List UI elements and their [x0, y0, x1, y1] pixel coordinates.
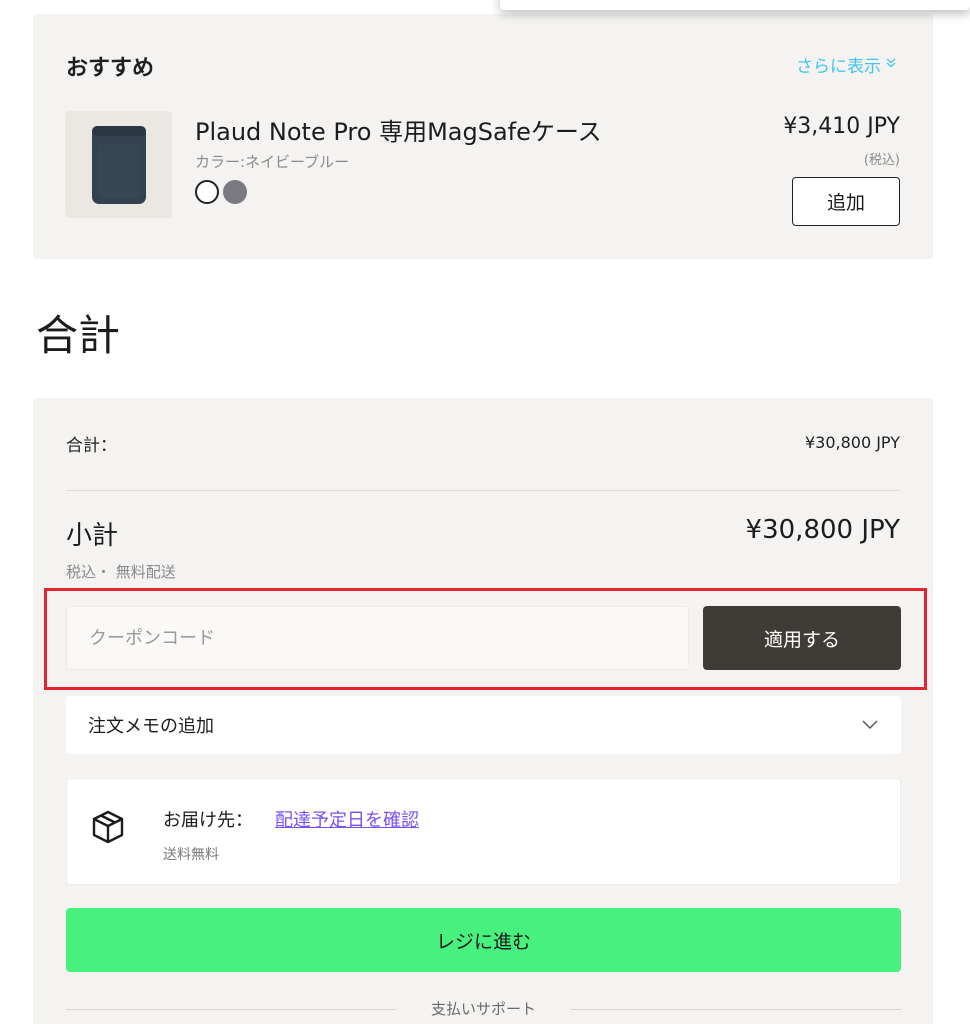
- payment-support-divider: 支払いサポート: [66, 998, 901, 1022]
- subtotal-label: 小計: [66, 521, 119, 551]
- phone-case-icon: [91, 125, 146, 204]
- swatch-white[interactable]: [195, 180, 219, 204]
- coupon-code-input[interactable]: [66, 606, 689, 670]
- delivery-label: お届け先：: [163, 810, 253, 831]
- chevron-down-icon: [861, 716, 879, 734]
- chevron-double-down-icon: [885, 57, 897, 73]
- order-memo-toggle[interactable]: 注文メモの追加: [66, 696, 901, 754]
- total-value: ¥30,800 JPY: [804, 433, 900, 452]
- dropdown-popover: [500, 0, 970, 10]
- apply-coupon-button[interactable]: 適用する: [703, 606, 901, 670]
- delivery-date-link[interactable]: 配達予定日を確認: [275, 806, 419, 832]
- cart-page: おすすめ さらに表示 Plaud Note Pro 専用MagSafeケース カ…: [0, 0, 970, 1024]
- checkout-button[interactable]: レジに進む: [66, 908, 901, 972]
- package-icon: [92, 810, 124, 844]
- color-swatches: [195, 180, 247, 204]
- delivery-info: お届け先： 配達予定日を確認 送料無料: [66, 778, 901, 885]
- show-more-label: さらに表示: [796, 57, 881, 77]
- total-label: 合計：: [66, 436, 117, 456]
- shipping-free-note: 送料無料: [163, 847, 219, 863]
- divider: [66, 490, 900, 491]
- product-price: ¥3,410 JPY: [783, 114, 900, 139]
- recommendations-title: おすすめ: [66, 56, 155, 81]
- show-more-link[interactable]: さらに表示: [796, 52, 897, 77]
- recommendations-card: おすすめ さらに表示 Plaud Note Pro 専用MagSafeケース カ…: [33, 14, 933, 259]
- product-image[interactable]: [65, 111, 172, 218]
- order-summary-card: 合計： ¥30,800 JPY 小計 ¥30,800 JPY 税込・ 無料配送 …: [33, 398, 933, 1024]
- product-variant: カラー:ネイビーブルー: [195, 153, 350, 171]
- add-button[interactable]: 追加: [792, 177, 900, 226]
- order-memo-label: 注文メモの追加: [88, 716, 214, 737]
- subtotal-note: 税込・ 無料配送: [66, 563, 176, 581]
- subtotal-value: ¥30,800 JPY: [745, 515, 900, 545]
- total-heading: 合計: [36, 311, 121, 360]
- swatch-gray[interactable]: [223, 180, 247, 204]
- support-line-right: [571, 1009, 901, 1010]
- tax-note: (税込): [863, 153, 900, 168]
- product-name[interactable]: Plaud Note Pro 専用MagSafeケース: [195, 112, 602, 147]
